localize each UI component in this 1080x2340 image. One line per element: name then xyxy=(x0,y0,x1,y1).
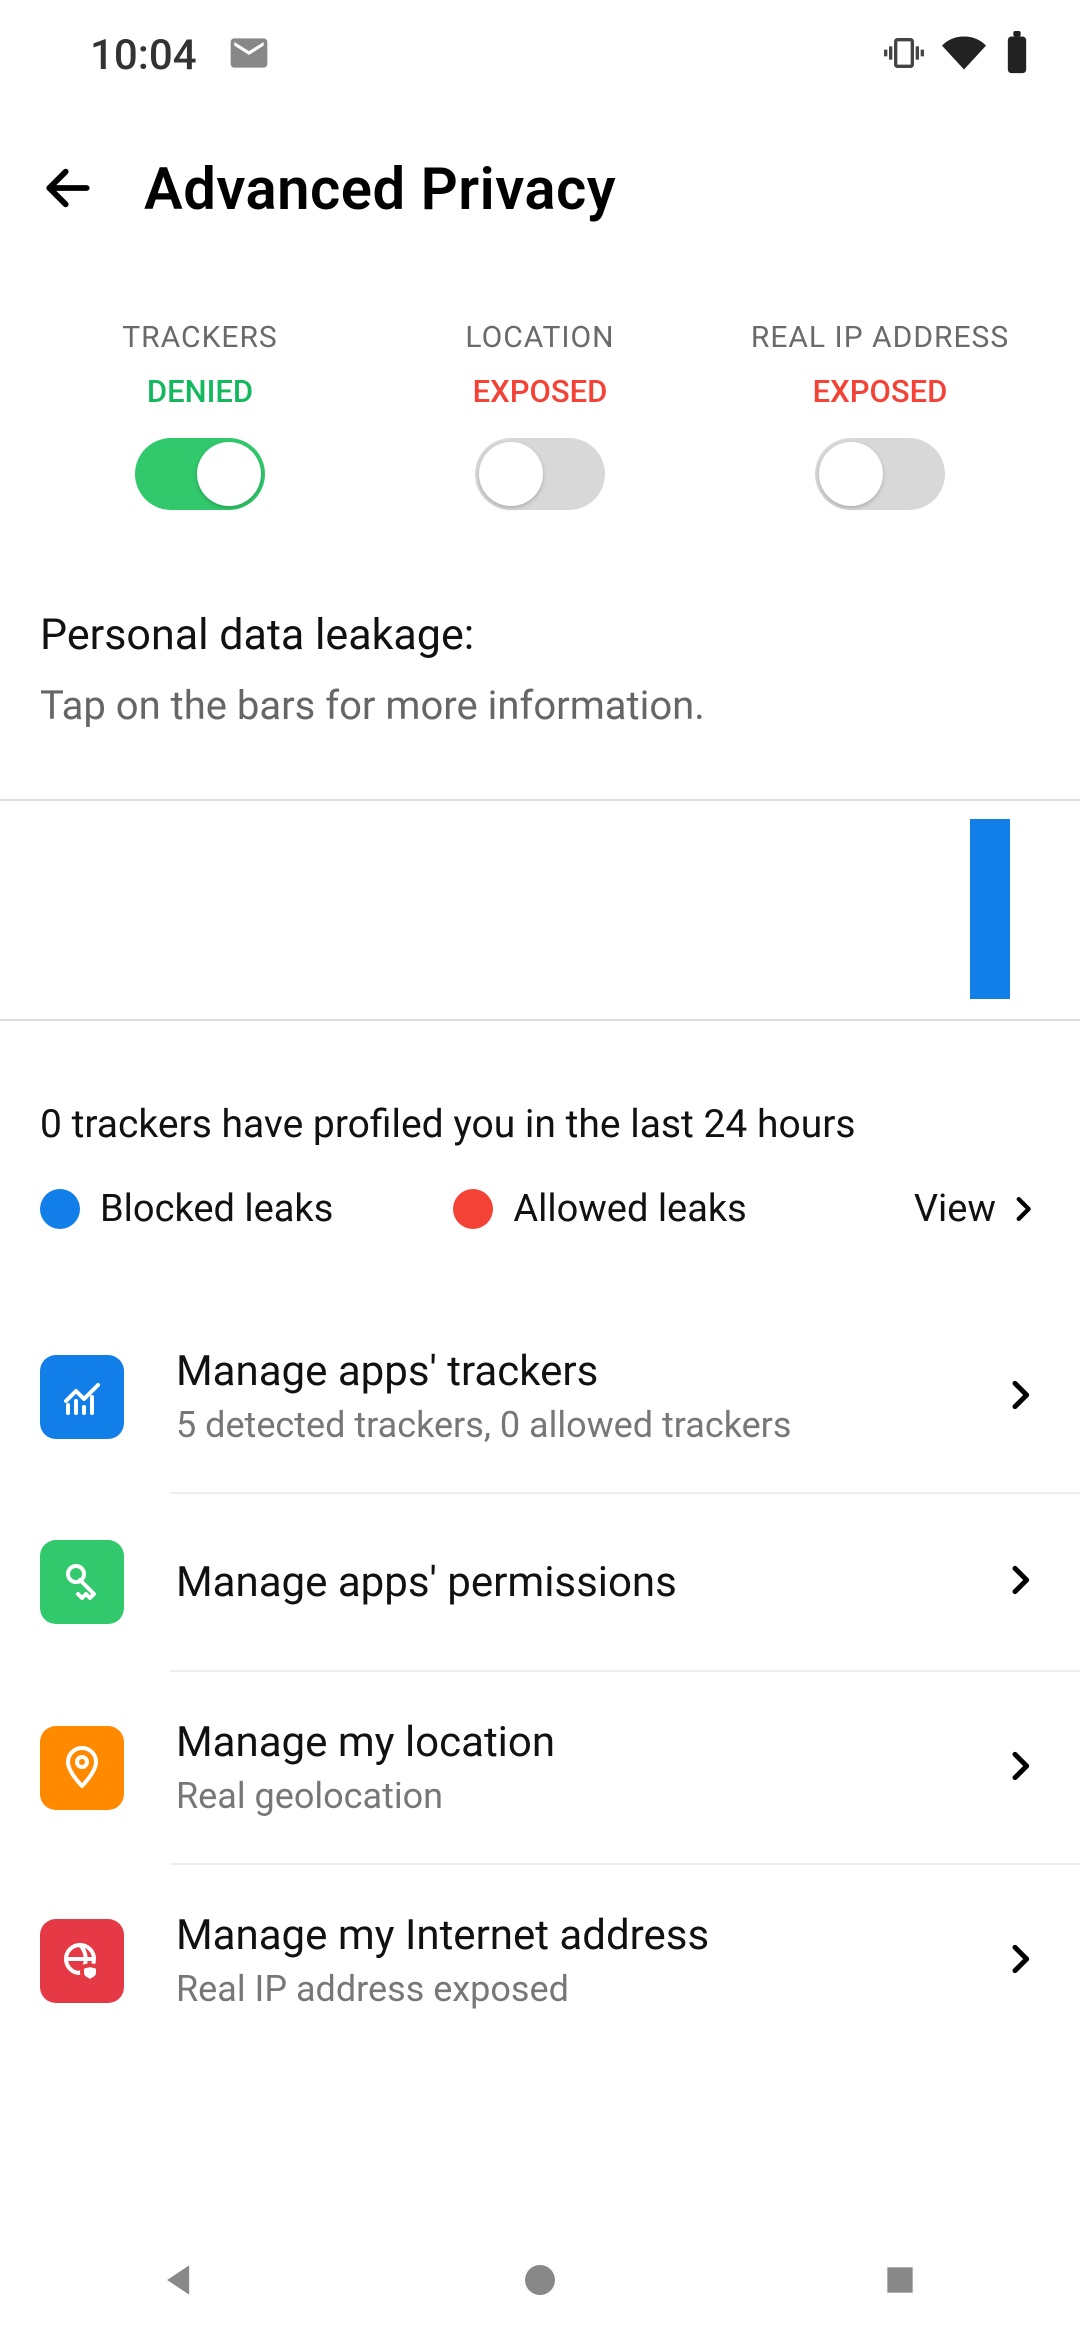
item-manage-permissions[interactable]: Manage apps' permissions xyxy=(0,1494,1080,1670)
legend-blocked-label: Blocked leaks xyxy=(100,1187,333,1231)
toggle-trackers: TRACKERS DENIED xyxy=(32,320,369,510)
leakage-hint: Tap on the bars for more information. xyxy=(40,682,1040,729)
vibrate-icon xyxy=(884,33,924,77)
app-bar: Advanced Privacy xyxy=(0,110,1080,270)
chart-icon xyxy=(40,1355,124,1439)
view-link[interactable]: View xyxy=(914,1187,1040,1231)
leakage-section: Personal data leakage: Tap on the bars f… xyxy=(0,610,1080,729)
toggle-ip-label: REAL IP ADDRESS xyxy=(751,320,1009,355)
trackers-summary: 0 trackers have profiled you in the last… xyxy=(0,1021,1080,1177)
toggle-trackers-status: DENIED xyxy=(147,373,253,410)
chevron-right-icon xyxy=(1000,1746,1040,1790)
nav-recent-button[interactable] xyxy=(870,2250,930,2310)
nav-home-button[interactable] xyxy=(510,2250,570,2310)
toggle-location-switch[interactable] xyxy=(475,438,605,510)
chevron-right-icon xyxy=(1000,1375,1040,1419)
toggle-location: LOCATION EXPOSED xyxy=(372,320,709,510)
leakage-heading: Personal data leakage: xyxy=(40,610,1040,660)
leakage-chart[interactable] xyxy=(0,799,1080,1021)
item-manage-trackers-sub: 5 detected trackers, 0 allowed trackers xyxy=(176,1404,948,1446)
key-icon xyxy=(40,1540,124,1624)
item-manage-permissions-title: Manage apps' permissions xyxy=(176,1558,948,1607)
page-title: Advanced Privacy xyxy=(144,156,616,224)
globe-shield-icon xyxy=(40,1919,124,2003)
item-manage-ip-sub: Real IP address exposed xyxy=(176,1968,948,2010)
item-manage-location[interactable]: Manage my location Real geolocation xyxy=(0,1672,1080,1863)
legend-row: Blocked leaks Allowed leaks View xyxy=(0,1177,1080,1261)
item-manage-trackers-title: Manage apps' trackers xyxy=(176,1347,948,1396)
chevron-right-icon xyxy=(1000,1560,1040,1604)
view-link-label: View xyxy=(914,1187,996,1231)
legend-blocked-dot xyxy=(40,1189,80,1229)
system-nav-bar xyxy=(0,2220,1080,2340)
toggle-location-label: LOCATION xyxy=(465,320,614,355)
toggle-ip-switch[interactable] xyxy=(815,438,945,510)
toggle-trackers-label: TRACKERS xyxy=(122,320,278,355)
toggle-ip: REAL IP ADDRESS EXPOSED xyxy=(712,320,1049,510)
chart-bar-now[interactable] xyxy=(970,819,1010,999)
chevron-right-icon xyxy=(1000,1939,1040,1983)
wifi-icon xyxy=(942,31,986,79)
toggle-trackers-switch[interactable] xyxy=(135,438,265,510)
item-manage-ip[interactable]: Manage my Internet address Real IP addre… xyxy=(0,1865,1080,2056)
status-bar: 10:04 xyxy=(0,0,1080,110)
battery-icon xyxy=(1004,31,1030,79)
toggle-ip-status: EXPOSED xyxy=(813,373,948,410)
item-manage-trackers[interactable]: Manage apps' trackers 5 detected tracker… xyxy=(0,1301,1080,1492)
item-manage-ip-title: Manage my Internet address xyxy=(176,1911,948,1960)
nav-back-button[interactable] xyxy=(150,2250,210,2310)
item-manage-location-title: Manage my location xyxy=(176,1718,948,1767)
back-button[interactable] xyxy=(40,160,96,220)
privacy-toggles: TRACKERS DENIED LOCATION EXPOSED REAL IP… xyxy=(0,270,1080,580)
location-pin-icon xyxy=(40,1726,124,1810)
legend-allowed-dot xyxy=(453,1189,493,1229)
legend-allowed-label: Allowed leaks xyxy=(513,1187,746,1231)
status-time: 10:04 xyxy=(90,31,197,80)
item-manage-location-sub: Real geolocation xyxy=(176,1775,948,1817)
toggle-location-status: EXPOSED xyxy=(473,373,608,410)
email-icon xyxy=(227,31,271,79)
